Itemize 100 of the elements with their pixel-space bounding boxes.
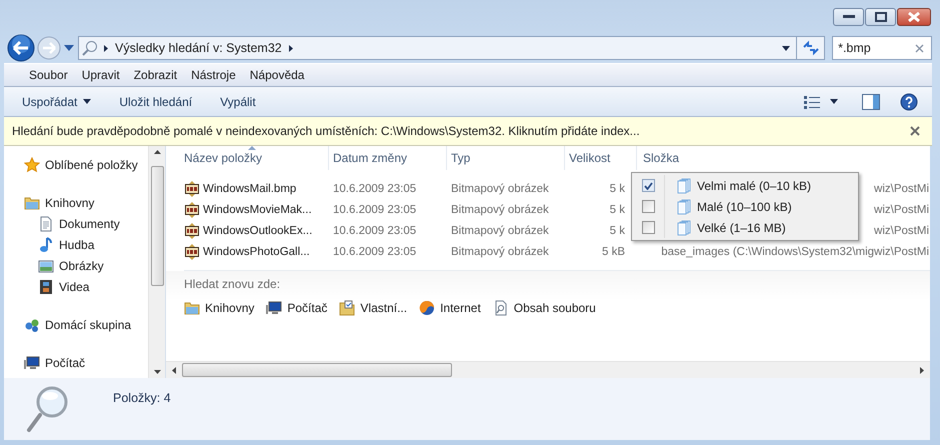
history-dropdown-icon[interactable] bbox=[64, 45, 74, 51]
menu-item[interactable]: Upravit bbox=[74, 68, 127, 82]
scroll-left-icon[interactable] bbox=[172, 366, 176, 374]
column-header[interactable]: Typ bbox=[447, 146, 565, 170]
folder-icon bbox=[24, 194, 40, 210]
table-cell: wiz\PostMi bbox=[874, 224, 929, 236]
checkbox[interactable] bbox=[642, 200, 654, 213]
bitmap-file-icon bbox=[184, 244, 200, 260]
checkbox[interactable] bbox=[642, 179, 654, 192]
nav-item[interactable]: Knihovny bbox=[4, 192, 148, 213]
column-header[interactable]: Datum změny bbox=[329, 146, 447, 170]
pages-icon bbox=[677, 220, 691, 236]
close-icon bbox=[907, 12, 921, 22]
close-button[interactable] bbox=[897, 8, 931, 26]
item-count: Položky: 4 bbox=[113, 391, 171, 405]
refresh-icon bbox=[802, 40, 820, 56]
table-cell: wiz\PostMi bbox=[874, 204, 929, 216]
maximize-button[interactable] bbox=[865, 8, 896, 26]
table-cell-text: 10.6.2009 23:05 bbox=[332, 224, 418, 236]
vertical-scrollbar[interactable] bbox=[148, 146, 165, 378]
computer-icon bbox=[24, 354, 40, 370]
view-options-button[interactable] bbox=[804, 94, 838, 108]
column-header[interactable]: Složka bbox=[637, 146, 929, 170]
chevron-icon bbox=[104, 44, 108, 52]
table-cell-text: Bitmapový obrázek bbox=[450, 182, 550, 194]
toolbar-button[interactable]: Uspořádat bbox=[16, 90, 106, 112]
homegroup-icon bbox=[24, 316, 40, 332]
picture-icon bbox=[38, 258, 54, 274]
refresh-button[interactable] bbox=[797, 36, 826, 60]
horizontal-scrollbar[interactable] bbox=[166, 361, 930, 378]
bitmap-file-icon bbox=[184, 180, 200, 196]
table-cell-text: Bitmapový obrázek bbox=[450, 224, 550, 236]
menu-item[interactable]: Nápověda bbox=[242, 68, 312, 82]
menu-option[interactable]: Velké (1–16 MB) bbox=[697, 220, 786, 234]
checkbox[interactable] bbox=[642, 221, 654, 234]
nav-item[interactable]: Počítač bbox=[4, 352, 148, 373]
menu-item[interactable]: Soubor bbox=[22, 68, 75, 82]
dropdown-icon[interactable] bbox=[782, 46, 790, 50]
nav-item[interactable]: Dokumenty bbox=[4, 213, 148, 234]
search-location-link[interactable]: Vlastní... bbox=[339, 300, 408, 316]
minimize-button[interactable] bbox=[833, 8, 864, 26]
toolbar-button[interactable]: Uložit hledání bbox=[113, 90, 206, 112]
maximize-icon bbox=[874, 12, 886, 22]
music-note-icon bbox=[38, 236, 54, 252]
info-bar[interactable]: Hledání bude pravděpodobně pomalé v neindexovaných umístěních: C:\Windows\System32. Kliknutím přidáte index... bbox=[4, 117, 932, 146]
magnifier-icon bbox=[26, 385, 70, 433]
scroll-right-icon[interactable] bbox=[920, 366, 924, 374]
menu-item[interactable]: Zobrazit bbox=[126, 68, 184, 82]
document-icon bbox=[38, 216, 54, 232]
back-button[interactable] bbox=[6, 33, 36, 63]
menu-item[interactable]: Nástroje bbox=[184, 68, 243, 82]
search-location-link[interactable]: Internet bbox=[419, 300, 481, 316]
file-name[interactable]: WindowsOutlookEx... bbox=[203, 224, 312, 236]
scroll-up-icon[interactable] bbox=[154, 150, 160, 154]
search-location-link[interactable]: Počítač bbox=[266, 300, 328, 316]
breadcrumb[interactable]: Výsledky hledání v: System32 bbox=[114, 41, 282, 55]
nav-item[interactable]: Domácí skupina bbox=[4, 314, 148, 335]
minimize-icon bbox=[842, 15, 854, 19]
menu-option[interactable]: Velmi malé (0–10 kB) bbox=[697, 178, 812, 192]
file-name[interactable]: WindowsPhotoGall... bbox=[203, 246, 310, 258]
document-search-icon bbox=[492, 300, 509, 316]
file-name[interactable]: WindowsMail.bmp bbox=[203, 182, 296, 194]
info-message: Hledání bude pravděpodobně pomalé v neindexovaných umístěních: C:\Windows\System32. Kliknutím přidáte index... bbox=[12, 124, 640, 138]
computer-icon bbox=[266, 300, 282, 316]
nav-item[interactable]: Obrázky bbox=[4, 255, 148, 276]
close-icon[interactable] bbox=[910, 126, 920, 136]
file-name[interactable]: WindowsMovieMak... bbox=[203, 204, 312, 216]
table-cell: wiz\PostMi bbox=[874, 182, 929, 194]
table-cell-text: 5 k bbox=[608, 182, 626, 194]
folder-icon bbox=[339, 300, 356, 316]
table-cell-text: 5 k bbox=[608, 224, 626, 236]
sort-arrow-icon bbox=[248, 146, 256, 150]
search-again-label: Hledat znovu zde: bbox=[184, 277, 282, 291]
nav-item[interactable]: Oblíbené položky bbox=[4, 154, 148, 175]
folder-icon bbox=[184, 300, 200, 316]
chevron-icon bbox=[288, 44, 293, 52]
pages-icon bbox=[677, 198, 691, 214]
address-bar[interactable]: Výsledky hledání v: System32 bbox=[78, 36, 798, 60]
search-field[interactable]: *.bmp bbox=[832, 36, 932, 60]
table-cell-text: 5 kB bbox=[600, 246, 626, 258]
table-cell-text: 10.6.2009 23:05 bbox=[332, 246, 418, 258]
column-header[interactable]: Velikost bbox=[565, 146, 637, 170]
column-header[interactable]: Název položky bbox=[184, 146, 329, 170]
search-icon bbox=[82, 40, 98, 56]
nav-item[interactable]: Videa bbox=[4, 276, 148, 297]
bitmap-file-icon bbox=[184, 202, 200, 218]
search-location-link[interactable]: Knihovny bbox=[184, 300, 254, 316]
star-icon bbox=[24, 156, 40, 172]
clear-icon[interactable] bbox=[914, 44, 924, 52]
nav-item[interactable]: Hudba bbox=[4, 234, 148, 255]
help-icon[interactable] bbox=[900, 92, 918, 110]
search-location-link[interactable]: Obsah souboru bbox=[492, 300, 596, 316]
film-icon bbox=[38, 278, 54, 294]
scroll-down-icon[interactable] bbox=[154, 370, 160, 374]
menu-option[interactable]: Malé (10–100 kB) bbox=[697, 200, 792, 214]
preview-pane-icon[interactable] bbox=[862, 94, 880, 110]
toolbar-button[interactable]: Vypálit bbox=[214, 90, 270, 112]
table-cell-text: 5 k bbox=[608, 204, 626, 216]
search-text: *.bmp bbox=[838, 41, 871, 55]
caret-icon bbox=[830, 99, 838, 104]
